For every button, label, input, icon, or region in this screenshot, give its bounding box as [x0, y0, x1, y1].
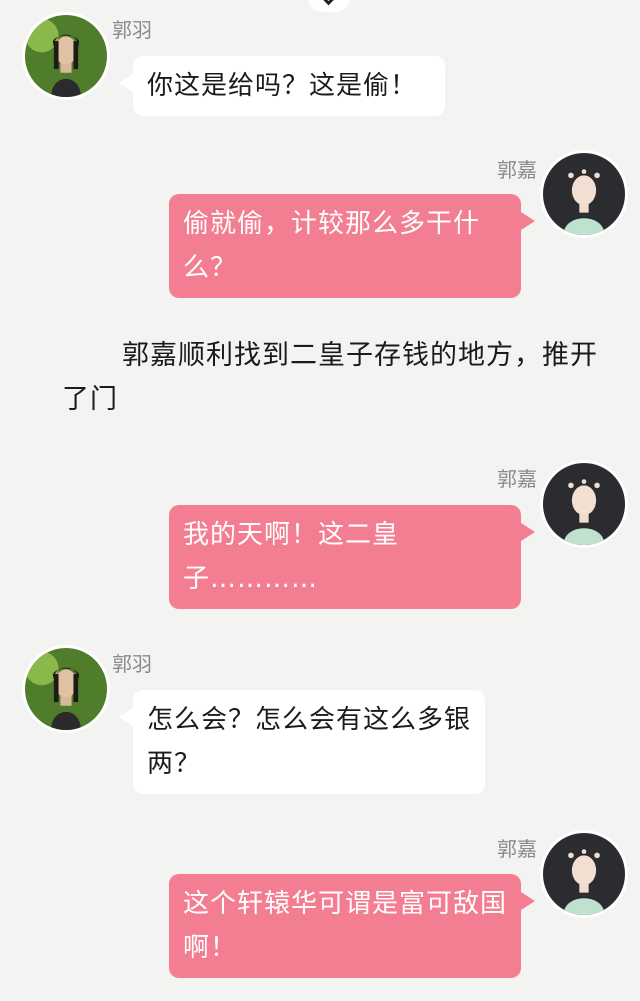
speaker-name: 郭羽 [112, 18, 152, 42]
message-bubble[interactable]: 偷就偷，计较那么多干什么？ [169, 194, 535, 298]
avatar-guo-yu[interactable] [22, 12, 110, 100]
message-bubble[interactable]: 我的天啊！这二皇子………… [169, 505, 535, 609]
speaker-name: 郭嘉 [497, 158, 537, 182]
avatar-guo-jia-image [543, 833, 625, 915]
narration-text: 郭嘉顺利找到二皇子存钱的地方，推开了门 [62, 340, 598, 415]
scroll-tab[interactable] [308, 0, 350, 12]
avatar-guo-yu[interactable] [22, 645, 110, 733]
speaker-name: 郭嘉 [497, 467, 537, 491]
chevron-down-icon[interactable] [320, 0, 337, 6]
speaker-name: 郭嘉 [497, 837, 537, 861]
speaker-name: 郭羽 [112, 652, 152, 676]
avatar-guo-jia-image [543, 463, 625, 545]
avatar-guo-jia[interactable] [540, 830, 628, 918]
message-bubble[interactable]: 你这是给吗？这是偷！ [119, 56, 445, 116]
message-bubble[interactable]: 怎么会？怎么会有这么多银两？ [119, 690, 485, 794]
avatar-guo-jia-image [543, 153, 625, 235]
avatar-guo-yu-image [25, 15, 107, 97]
avatar-guo-yu-image [25, 648, 107, 730]
avatar-guo-jia[interactable] [540, 460, 628, 548]
message-bubble[interactable]: 这个轩辕华可谓是富可敌国啊！ [169, 874, 535, 978]
avatar-guo-jia[interactable] [540, 150, 628, 238]
